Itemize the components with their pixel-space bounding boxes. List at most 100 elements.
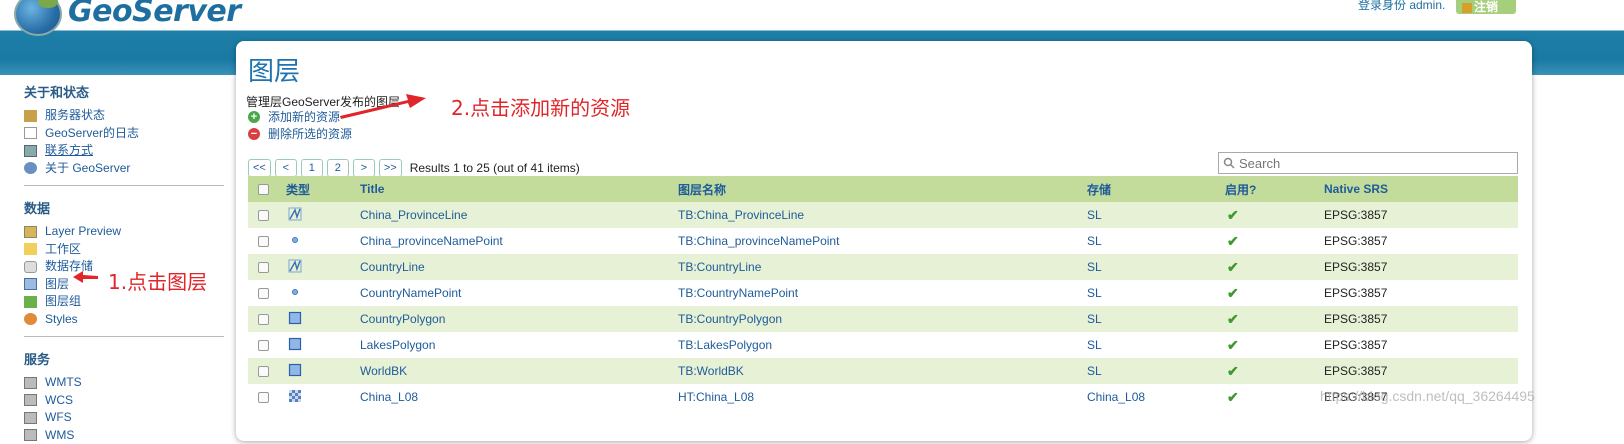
- sidebar-item-wcs[interactable]: WCS: [24, 392, 224, 410]
- table-row[interactable]: China_provinceNamePointTB:China_province…: [248, 228, 1518, 254]
- layer-name-link[interactable]: TB:CountryLine: [678, 254, 1087, 280]
- store-link[interactable]: SL: [1087, 332, 1225, 358]
- type-cell: [286, 358, 360, 384]
- service-icon: [24, 394, 37, 406]
- table-row[interactable]: CountryNamePointTB:CountryNamePointSL✔EP…: [248, 280, 1518, 306]
- title-cell[interactable]: China_ProvinceLine: [360, 202, 678, 228]
- row-select-cell: [248, 280, 286, 306]
- table-row[interactable]: WorldBKTB:WorldBKSL✔EPSG:3857: [248, 358, 1518, 384]
- sidebar-item-label[interactable]: 数据存储: [45, 258, 93, 276]
- column-header-name[interactable]: 图层名称: [678, 176, 1087, 202]
- select-all-checkbox[interactable]: [258, 184, 269, 195]
- row-checkbox[interactable]: [258, 392, 269, 403]
- sidebar-item-label[interactable]: Styles: [45, 311, 78, 329]
- sidebar-item-label[interactable]: 服务器状态: [45, 107, 105, 125]
- sidebar-item-label[interactable]: GeoServer的日志: [45, 125, 139, 143]
- row-checkbox[interactable]: [258, 210, 269, 221]
- sidebar-item-wms[interactable]: WMS: [24, 427, 224, 444]
- row-checkbox[interactable]: [258, 366, 269, 377]
- type-cell: [286, 254, 360, 280]
- sidebar-item-wfs[interactable]: WFS: [24, 409, 224, 427]
- row-select-cell: [248, 202, 286, 228]
- table-row[interactable]: CountryLineTB:CountryLineSL✔EPSG:3857: [248, 254, 1518, 280]
- table-row[interactable]: LakesPolygonTB:LakesPolygonSL✔EPSG:3857: [248, 332, 1518, 358]
- sidebar-section-title: 服务: [24, 349, 224, 368]
- store-link[interactable]: SL: [1087, 280, 1225, 306]
- sidebar-item-label[interactable]: 联系方式: [45, 142, 93, 160]
- sidebar-item-server-status[interactable]: 服务器状态: [24, 107, 224, 125]
- enabled-cell: ✔: [1225, 332, 1324, 358]
- sidebar-item-contact[interactable]: 联系方式: [24, 142, 224, 160]
- remove-resource-link[interactable]: −删除所选的资源: [248, 125, 352, 142]
- sidebar-item-layer-preview[interactable]: Layer Preview: [24, 223, 224, 241]
- last-page-button[interactable]: >>: [379, 159, 402, 177]
- sidebar-item-label[interactable]: 图层组: [45, 293, 81, 311]
- store-link[interactable]: SL: [1087, 202, 1225, 228]
- title-cell[interactable]: CountryPolygon: [360, 306, 678, 332]
- sidebar-item-label[interactable]: 工作区: [45, 241, 81, 259]
- layer-name-link[interactable]: TB:China_ProvinceLine: [678, 202, 1087, 228]
- sidebar-item-label[interactable]: 关于 GeoServer: [45, 160, 130, 178]
- sidebar-item-wmts[interactable]: WMTS: [24, 374, 224, 392]
- sidebar-item-label[interactable]: WFS: [45, 409, 72, 427]
- prev-page-button[interactable]: <: [275, 159, 297, 177]
- row-checkbox[interactable]: [258, 314, 269, 325]
- layer-name-link[interactable]: TB:LakesPolygon: [678, 332, 1087, 358]
- layer-name-link[interactable]: TB:CountryPolygon: [678, 306, 1087, 332]
- check-icon: ✔: [1227, 259, 1239, 275]
- row-checkbox[interactable]: [258, 262, 269, 273]
- title-cell[interactable]: China_L08: [360, 384, 678, 410]
- title-cell[interactable]: CountryLine: [360, 254, 678, 280]
- title-cell[interactable]: China_provinceNamePoint: [360, 228, 678, 254]
- sidebar-item-layer-groups[interactable]: 图层组: [24, 293, 224, 311]
- store-link[interactable]: SL: [1087, 306, 1225, 332]
- row-checkbox[interactable]: [258, 340, 269, 351]
- layer-name-link[interactable]: TB:CountryNamePoint: [678, 280, 1087, 306]
- sidebar-item-logs[interactable]: GeoServer的日志: [24, 125, 224, 143]
- brand-title[interactable]: GeoServer: [68, 0, 241, 29]
- store-link[interactable]: SL: [1087, 228, 1225, 254]
- sidebar-item-label[interactable]: WCS: [45, 392, 73, 410]
- sidebar-item-label[interactable]: Layer Preview: [45, 223, 121, 241]
- sidebar-item-label[interactable]: 图层: [45, 276, 69, 294]
- check-icon: ✔: [1227, 311, 1239, 327]
- column-header-native-srs[interactable]: Native SRS: [1324, 176, 1518, 202]
- layer-name-link[interactable]: TB:WorldBK: [678, 358, 1087, 384]
- column-header-title[interactable]: Title: [360, 176, 678, 202]
- store-link[interactable]: SL: [1087, 254, 1225, 280]
- layer-name-link[interactable]: TB:China_provinceNamePoint: [678, 228, 1087, 254]
- title-cell[interactable]: LakesPolygon: [360, 332, 678, 358]
- sidebar-item-label[interactable]: WMS: [45, 427, 74, 444]
- store-link[interactable]: China_L08: [1087, 384, 1225, 410]
- page-2-button[interactable]: 2: [327, 159, 349, 177]
- store-link[interactable]: SL: [1087, 358, 1225, 384]
- add-resource-link[interactable]: +添加新的资源: [248, 108, 340, 125]
- watermark: https://blog.csdn.net/qq_36264495: [1320, 388, 1535, 404]
- table-row[interactable]: CountryPolygonTB:CountryPolygonSL✔EPSG:3…: [248, 306, 1518, 332]
- title-cell[interactable]: WorldBK: [360, 358, 678, 384]
- table-row[interactable]: China_ProvinceLineTB:China_ProvinceLineS…: [248, 202, 1518, 228]
- first-page-button[interactable]: <<: [248, 159, 271, 177]
- next-page-button[interactable]: >: [353, 159, 375, 177]
- row-checkbox[interactable]: [258, 288, 269, 299]
- sidebar: 关于和状态 服务器状态 GeoServer的日志 联系方式 关于 GeoServ…: [24, 82, 224, 444]
- column-header-enabled[interactable]: 启用?: [1225, 176, 1324, 202]
- type-cell: [286, 332, 360, 358]
- sidebar-item-styles[interactable]: Styles: [24, 311, 224, 329]
- check-icon: ✔: [1227, 337, 1239, 353]
- column-header-store[interactable]: 存储: [1087, 176, 1225, 202]
- title-cell[interactable]: CountryNamePoint: [360, 280, 678, 306]
- search-box[interactable]: [1218, 152, 1518, 174]
- geoserver-logo-icon[interactable]: [14, 0, 62, 36]
- sidebar-item-label[interactable]: WMTS: [45, 374, 82, 392]
- sidebar-item-about[interactable]: 关于 GeoServer: [24, 160, 224, 178]
- row-checkbox[interactable]: [258, 236, 269, 247]
- layer-name-link[interactable]: HT:China_L08: [678, 384, 1087, 410]
- page-1-button[interactable]: 1: [301, 159, 323, 177]
- enabled-cell: ✔: [1225, 306, 1324, 332]
- remove-resource-label: 删除所选的资源: [268, 125, 352, 142]
- sidebar-item-workspaces[interactable]: 工作区: [24, 241, 224, 259]
- logout-button[interactable]: 注销: [1456, 0, 1516, 14]
- search-input[interactable]: [1239, 156, 1509, 171]
- column-header-type[interactable]: 类型: [286, 176, 360, 202]
